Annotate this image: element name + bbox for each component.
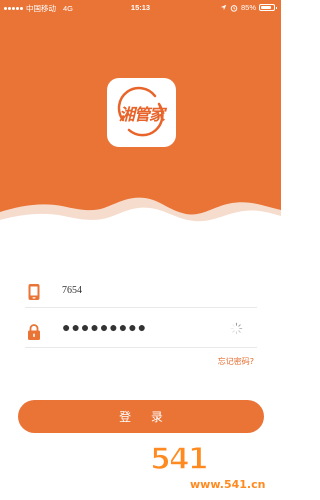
status-bar: 中国移动 4G 15:13 85% xyxy=(0,0,281,16)
watermark-url: www.541.cn xyxy=(190,478,266,491)
password-field[interactable]: ●●●●●●●●● xyxy=(25,318,257,348)
watermark-number: 541 xyxy=(149,441,209,478)
account-input[interactable]: 7654 xyxy=(62,285,82,296)
account-underline xyxy=(25,307,257,308)
battery-level-fill xyxy=(261,6,272,9)
logo-text: 湘管家 xyxy=(118,104,165,124)
lock-icon xyxy=(28,324,40,340)
app-logo: 湘管家 xyxy=(107,78,176,147)
password-underline xyxy=(25,347,257,348)
status-bar-right: 85% xyxy=(220,3,277,12)
login-button[interactable]: 登 录 xyxy=(18,400,264,433)
loading-spinner-icon xyxy=(230,322,243,335)
battery-percent: 85% xyxy=(240,3,256,12)
alarm-icon xyxy=(230,4,238,12)
account-field[interactable]: 7654 xyxy=(25,278,257,308)
watermark-text: 手游网 xyxy=(207,452,266,475)
phone-icon xyxy=(28,284,40,300)
location-arrow-icon xyxy=(220,4,227,11)
password-input[interactable]: ●●●●●●●●● xyxy=(62,321,147,337)
site-watermark: 541 手游网 www.541.cn xyxy=(149,440,278,496)
forgot-password-link[interactable]: 忘记密码? xyxy=(218,356,254,367)
battery-icon xyxy=(259,4,277,11)
